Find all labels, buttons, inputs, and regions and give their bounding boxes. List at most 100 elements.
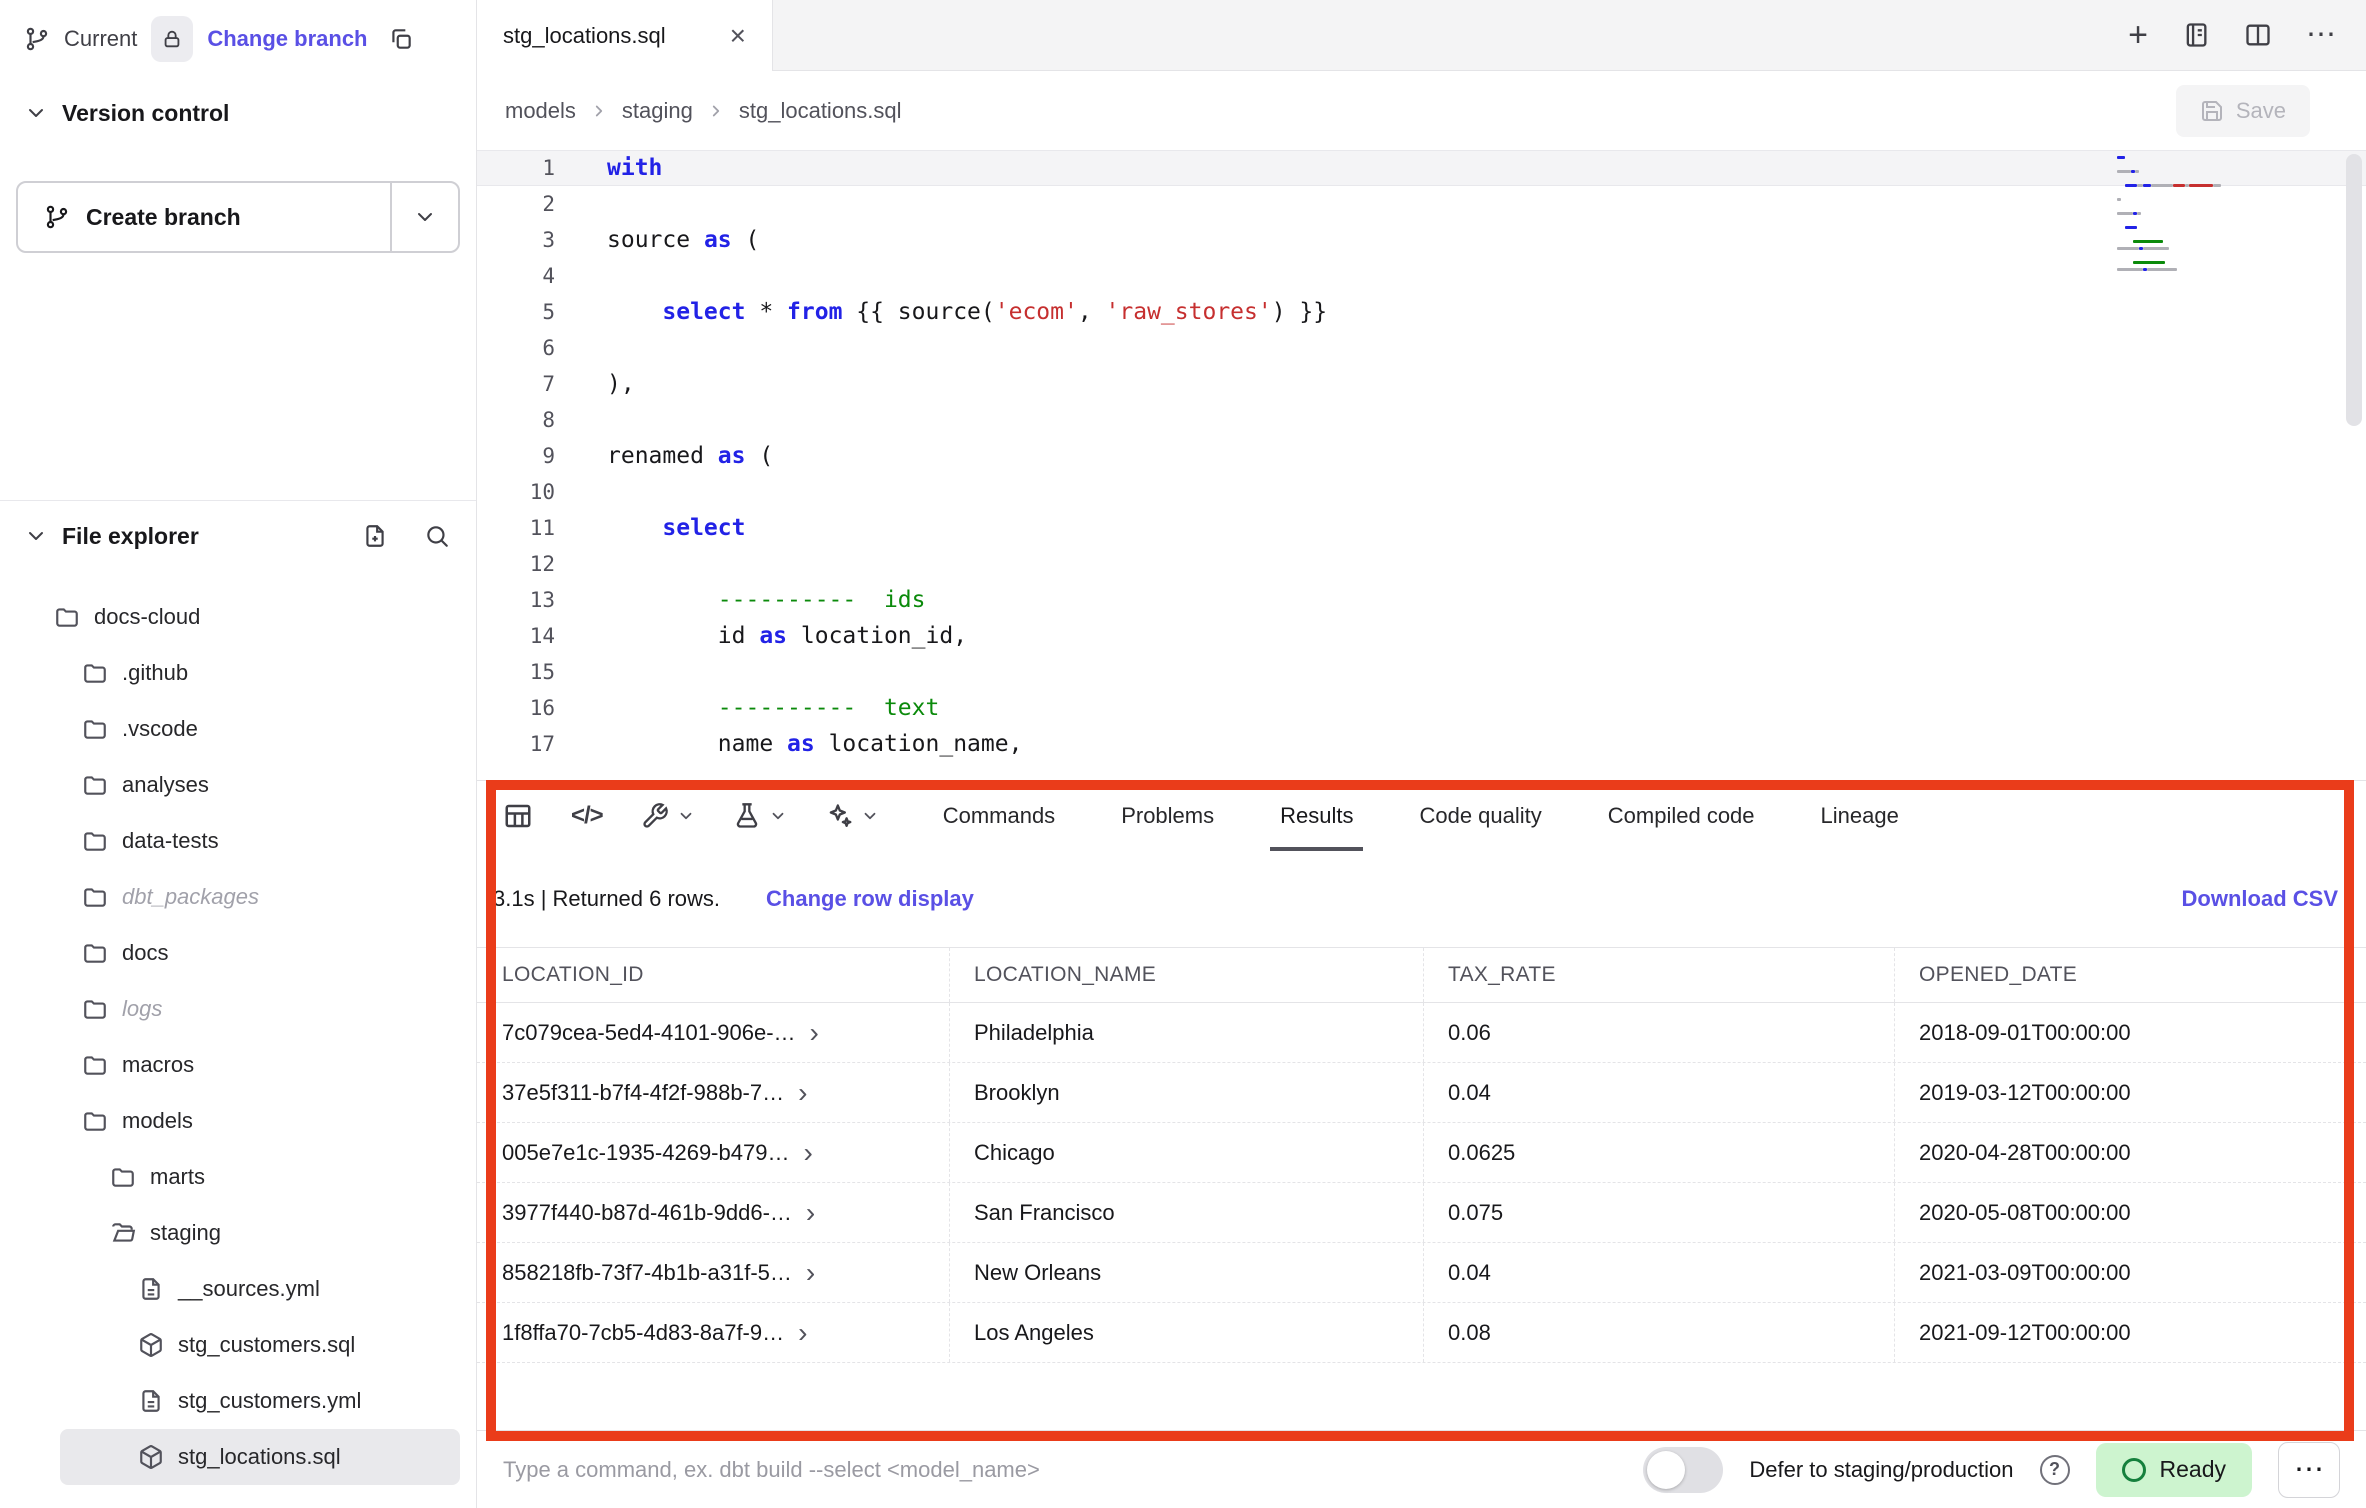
code-text [555,654,607,690]
tree-item-staging[interactable]: staging [0,1205,460,1261]
code-line[interactable]: 4 [477,258,2366,294]
panel-tab-results[interactable]: Results [1280,781,1353,851]
cell-location-id: 005e7e1c-1935-4269-b479…› [502,1123,949,1182]
create-branch-button[interactable]: Create branch [18,183,390,251]
save-button[interactable]: Save [2176,85,2310,137]
expand-row-chevron-icon[interactable]: › [806,1199,815,1227]
code-line[interactable]: 9renamed as ( [477,438,2366,474]
more-button[interactable]: ⋯ [2278,1442,2340,1498]
expand-row-chevron-icon[interactable]: › [803,1139,812,1167]
new-tab-icon[interactable]: + [2128,18,2148,52]
tree-item-models[interactable]: models [0,1093,460,1149]
column-header-location_id: LOCATION_ID [502,948,949,1002]
tree-item-stg_customers.yml[interactable]: stg_customers.yml [0,1373,460,1429]
tree-item-data-tests[interactable]: data-tests [0,813,460,869]
code-line[interactable]: 13 ---------- ids [477,582,2366,618]
panel-tab-lineage[interactable]: Lineage [1821,781,1899,851]
tree-item-stg_locations.sql[interactable]: stg_locations.sql [60,1429,460,1485]
panel-tab-commands[interactable]: Commands [943,781,1055,851]
table-row: 7c079cea-5ed4-4101-906e-…›Philadelphia0.… [477,1003,2366,1063]
split-editor-icon[interactable] [2244,21,2272,49]
code-line[interactable]: 1with [477,150,2366,186]
code-line[interactable]: 6 [477,330,2366,366]
tree-item-stg_customers.sql[interactable]: stg_customers.sql [0,1317,460,1373]
tree-item-macros[interactable]: macros [0,1037,460,1093]
tree-item-label: logs [122,996,162,1022]
code-line[interactable]: 15 [477,654,2366,690]
line-number: 4 [477,258,555,294]
panel-toolbar: </> [477,781,2366,851]
status-ready-badge[interactable]: Ready [2096,1443,2252,1497]
code-text [555,186,607,222]
editor-scrollbar[interactable] [2346,154,2362,426]
cell-location-id: 7c079cea-5ed4-4101-906e-…› [502,1003,949,1062]
cell-location-name: Philadelphia [949,1003,1423,1062]
code-line[interactable]: 7), [477,366,2366,402]
help-icon[interactable]: ? [2040,1455,2070,1485]
compile-code-icon[interactable]: </> [571,802,603,830]
defer-toggle[interactable] [1643,1447,1723,1493]
panel-tab-problems[interactable]: Problems [1121,781,1214,851]
code-line[interactable]: 2 [477,186,2366,222]
ready-label: Ready [2160,1456,2226,1483]
panel-tab-code-quality[interactable]: Code quality [1419,781,1541,851]
minimap[interactable] [2117,156,2249,275]
cell-location-name: New Orleans [949,1243,1423,1302]
sparkles-icon [825,802,853,830]
download-csv-link[interactable]: Download CSV [2182,886,2338,912]
line-number: 8 [477,402,555,438]
tree-item-docs-cloud[interactable]: docs-cloud [0,589,460,645]
chevron-down-icon[interactable] [24,101,48,125]
code-line[interactable]: 12 [477,546,2366,582]
tree-item-.github[interactable]: .github [0,645,460,701]
toggle-knob [1647,1451,1685,1489]
tree-item-__sources.yml[interactable]: __sources.yml [0,1261,460,1317]
table-row: 1f8ffa70-7cb5-4d83-8a7f-9…›Los Angeles0.… [477,1303,2366,1363]
expand-row-chevron-icon[interactable]: › [806,1259,815,1287]
build-wrench-button[interactable] [641,802,695,830]
folder-icon [82,1052,108,1078]
format-sparkles-button[interactable] [825,802,879,830]
folder-icon [54,604,80,630]
close-tab-icon[interactable]: × [730,22,746,50]
tree-item-.vscode[interactable]: .vscode [0,701,460,757]
copy-branch-icon[interactable] [388,26,414,52]
chevron-down-icon[interactable] [24,524,48,548]
command-input[interactable] [503,1457,1617,1483]
notebook-icon[interactable] [2182,21,2210,49]
tree-item-dbt_packages[interactable]: dbt_packages [0,869,460,925]
code-line[interactable]: 10 [477,474,2366,510]
tree-item-analyses[interactable]: analyses [0,757,460,813]
code-text [555,402,607,438]
create-branch-dropdown-button[interactable] [392,183,458,251]
expand-row-chevron-icon[interactable]: › [810,1019,819,1047]
code-line[interactable]: 5 select * from {{ source('ecom', 'raw_s… [477,294,2366,330]
results-table-header: LOCATION_IDLOCATION_NAMETAX_RATEOPENED_D… [477,947,2366,1003]
code-line[interactable]: 3source as ( [477,222,2366,258]
code-line[interactable]: 16 ---------- text [477,690,2366,726]
panel-tab-compiled-code[interactable]: Compiled code [1608,781,1755,851]
column-header-location_name: LOCATION_NAME [949,948,1423,1002]
test-flask-button[interactable] [733,802,787,830]
tree-item-docs[interactable]: docs [0,925,460,981]
new-file-icon[interactable] [362,523,388,549]
tab-stg-locations-sql[interactable]: stg_locations.sql × [477,0,773,71]
tree-item-logs[interactable]: logs [0,981,460,1037]
expand-row-chevron-icon[interactable]: › [798,1319,807,1347]
preview-table-icon[interactable] [503,801,533,831]
file-tree: docs-cloud.github.vscodeanalysesdata-tes… [0,571,476,1508]
column-header-opened_date: OPENED_DATE [1894,948,2366,1002]
expand-row-chevron-icon[interactable]: › [798,1079,807,1107]
search-icon[interactable] [424,523,450,549]
code-line[interactable]: 11 select [477,510,2366,546]
line-number: 17 [477,726,555,762]
code-line[interactable]: 14 id as location_id, [477,618,2366,654]
change-branch-link[interactable]: Change branch [207,26,367,52]
code-editor[interactable]: 1with23source as (45 select * from {{ so… [477,150,2366,780]
more-options-icon[interactable]: ⋯ [2306,20,2336,50]
code-line[interactable]: 8 [477,402,2366,438]
breadcrumb-models: models [505,98,576,124]
code-line[interactable]: 17 name as location_name, [477,726,2366,762]
change-row-display-link[interactable]: Change row display [766,886,974,912]
tree-item-marts[interactable]: marts [0,1149,460,1205]
